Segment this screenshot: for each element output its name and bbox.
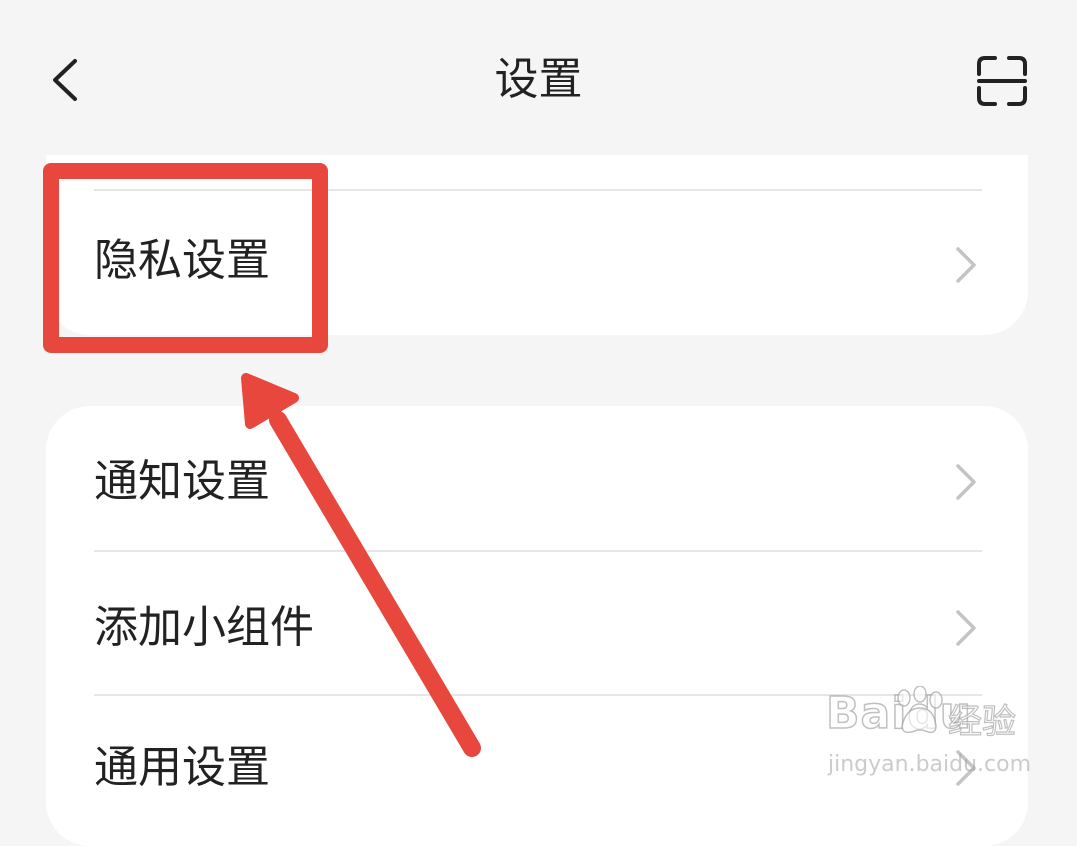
page-title: 设置 [494, 54, 583, 105]
settings-item-notifications[interactable]: 通知设置 [46, 406, 1028, 550]
settings-item-label: 添加小组件 [94, 602, 314, 653]
paw-icon [897, 686, 943, 734]
chevron-right-icon [956, 247, 976, 283]
watermark: Baidu 经验 jingyan.baidu.com [825, 686, 1031, 788]
settings-item-label: 通用设置 [94, 742, 270, 793]
scan-button[interactable] [966, 48, 1038, 114]
watermark-url: jingyan.baidu.com [828, 752, 1032, 777]
scan-icon [977, 56, 1027, 106]
chevron-right-icon [956, 610, 976, 646]
highlight-box [43, 163, 328, 353]
watermark-suffix: 经验 [947, 701, 1016, 742]
top-bar: 设置 [0, 0, 1077, 150]
settings-item-add-widget[interactable]: 添加小组件 [46, 552, 1028, 694]
chevron-right-icon [956, 464, 976, 500]
settings-item-label: 通知设置 [94, 456, 270, 507]
